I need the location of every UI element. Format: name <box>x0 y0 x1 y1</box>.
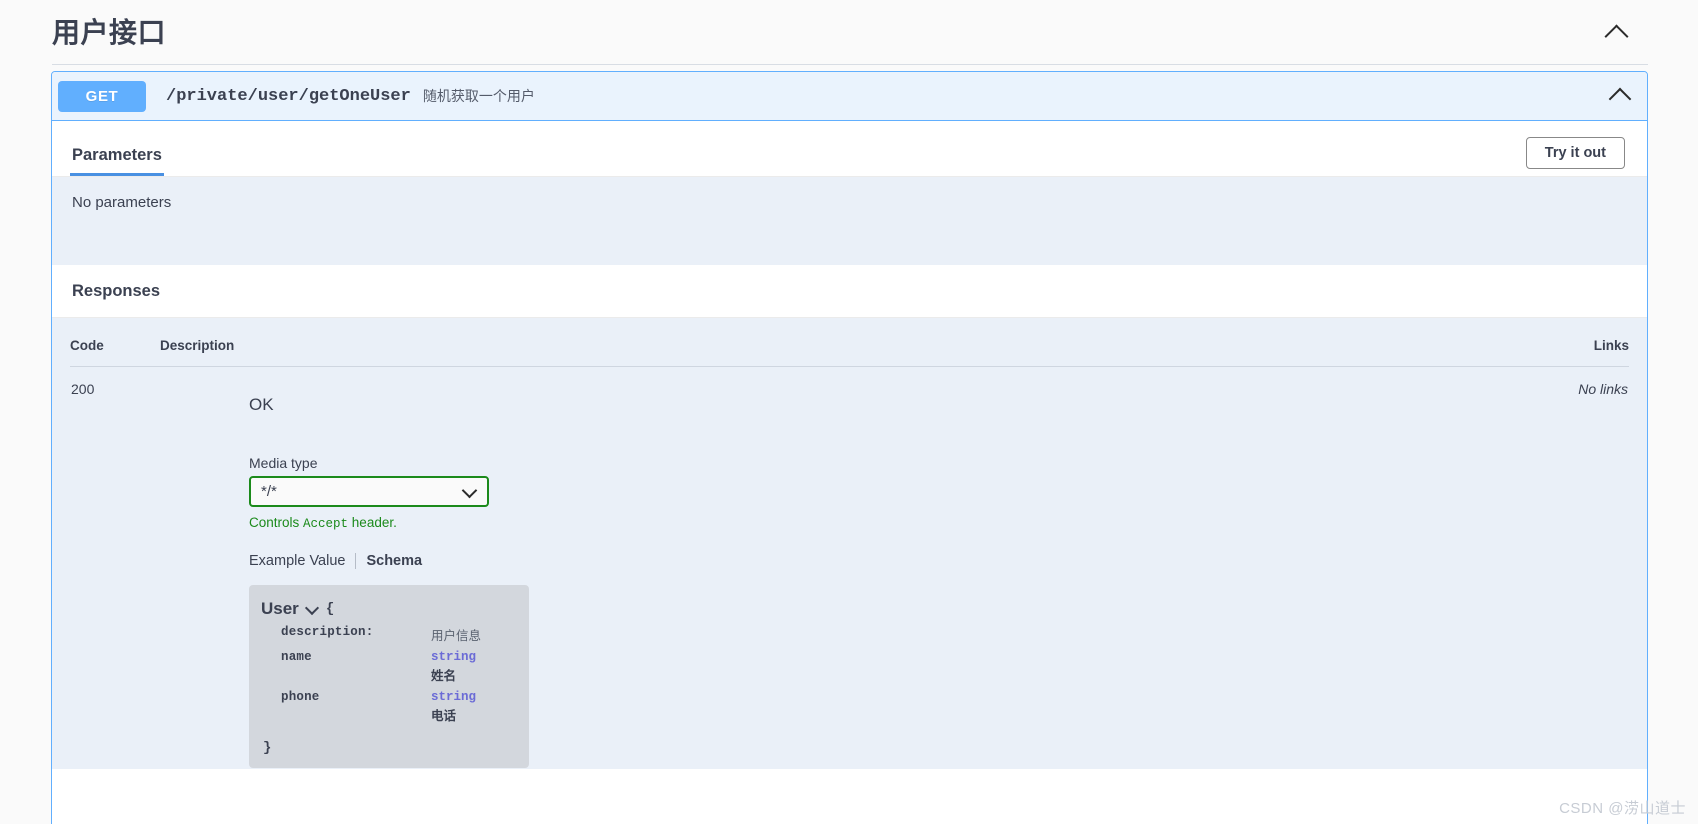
property-type: string <box>431 690 477 704</box>
controls-accept-header-note: Controls Accept header. <box>249 515 1488 531</box>
response-code: 200 <box>71 381 95 397</box>
tab-schema[interactable]: Schema <box>366 553 422 569</box>
http-method-badge: GET <box>58 80 146 112</box>
tab-divider <box>355 553 357 569</box>
watermark: CSDN @涝山道士 <box>1559 800 1686 817</box>
column-header-links: Links <box>1489 338 1629 367</box>
chevron-up-icon <box>1604 20 1630 46</box>
parameters-section-header: Parameters Try it out <box>52 121 1647 177</box>
swagger-ui-page: 用户接口 GET /private/user/getOneUser 随机获取一个… <box>0 0 1698 824</box>
operation-path: /private/user/getOneUser <box>166 86 411 106</box>
chevron-down-icon[interactable] <box>306 605 319 614</box>
property-value: string 姓名 <box>431 650 476 684</box>
operation-body: Parameters Try it out No parameters Resp… <box>52 121 1647 769</box>
media-type-select[interactable]: */* <box>249 476 489 507</box>
no-parameters-message: No parameters <box>52 177 1647 265</box>
try-it-out-button[interactable]: Try it out <box>1525 137 1625 169</box>
chevron-up-icon[interactable] <box>1609 84 1633 108</box>
response-description-cell: OK Media type */* Controls Accept header… <box>160 367 1489 770</box>
operation-block-get-getoneuser: GET /private/user/getOneUser 随机获取一个用户 Pa… <box>51 71 1648 824</box>
schema-model-box: User { description: 用户信息 name string 姓名 … <box>249 585 529 768</box>
column-header-description: Description <box>160 338 1489 367</box>
controls-note-prefix: Controls <box>249 515 304 530</box>
media-type-label: Media type <box>249 455 318 471</box>
property-key: description: <box>281 625 374 639</box>
model-title-row[interactable]: User { <box>261 599 513 619</box>
property-key: phone <box>281 690 320 704</box>
property-description: 用户信息 <box>431 629 482 643</box>
model-name: User <box>261 599 299 618</box>
operation-summary-text: 随机获取一个用户 <box>422 88 535 104</box>
media-type-value: */* <box>261 483 277 500</box>
tag-header[interactable]: 用户接口 <box>52 0 1648 65</box>
response-status-text: OK <box>249 395 274 414</box>
property-description: 姓名 <box>431 669 457 683</box>
property-type: string <box>431 650 477 664</box>
responses-title: Responses <box>72 282 161 300</box>
chevron-down-icon <box>463 487 477 496</box>
model-open-brace: { <box>325 601 335 617</box>
tab-parameters[interactable]: Parameters <box>70 146 164 176</box>
example-schema-tabs: Example Value Schema <box>249 553 1488 569</box>
column-header-code: Code <box>70 338 160 367</box>
model-property-phone: phone string 电话 <box>261 690 513 724</box>
response-links: No links <box>1578 381 1628 397</box>
operation-summary-bar[interactable]: GET /private/user/getOneUser 随机获取一个用户 <box>52 72 1647 121</box>
model-property-description: description: 用户信息 <box>261 625 513 644</box>
property-description: 电话 <box>431 709 457 723</box>
table-row: 200 OK Media type */* Controls Accept he… <box>70 367 1629 770</box>
responses-table: Code Description Links 200 OK Media type <box>70 338 1629 769</box>
tag-collapse-button[interactable] <box>1604 20 1630 46</box>
tab-example-value[interactable]: Example Value <box>249 553 345 569</box>
property-value: 用户信息 <box>431 625 481 644</box>
responses-table-header-row: Code Description Links <box>70 338 1629 367</box>
responses-section-header: Responses <box>52 265 1647 318</box>
property-value: string 电话 <box>431 690 476 724</box>
model-property-name: name string 姓名 <box>261 650 513 684</box>
controls-note-suffix: header. <box>348 515 397 530</box>
responses-body: Code Description Links 200 OK Media type <box>52 318 1647 769</box>
page-title: 用户接口 <box>52 17 167 48</box>
property-key: name <box>281 650 312 664</box>
parameters-tabs: Parameters <box>70 121 164 176</box>
response-description-inner: OK Media type */* Controls Accept header… <box>161 395 1488 768</box>
tag-section: 用户接口 <box>52 0 1648 65</box>
model-close-brace: } <box>263 740 272 756</box>
controls-note-code: Accept <box>303 517 349 531</box>
